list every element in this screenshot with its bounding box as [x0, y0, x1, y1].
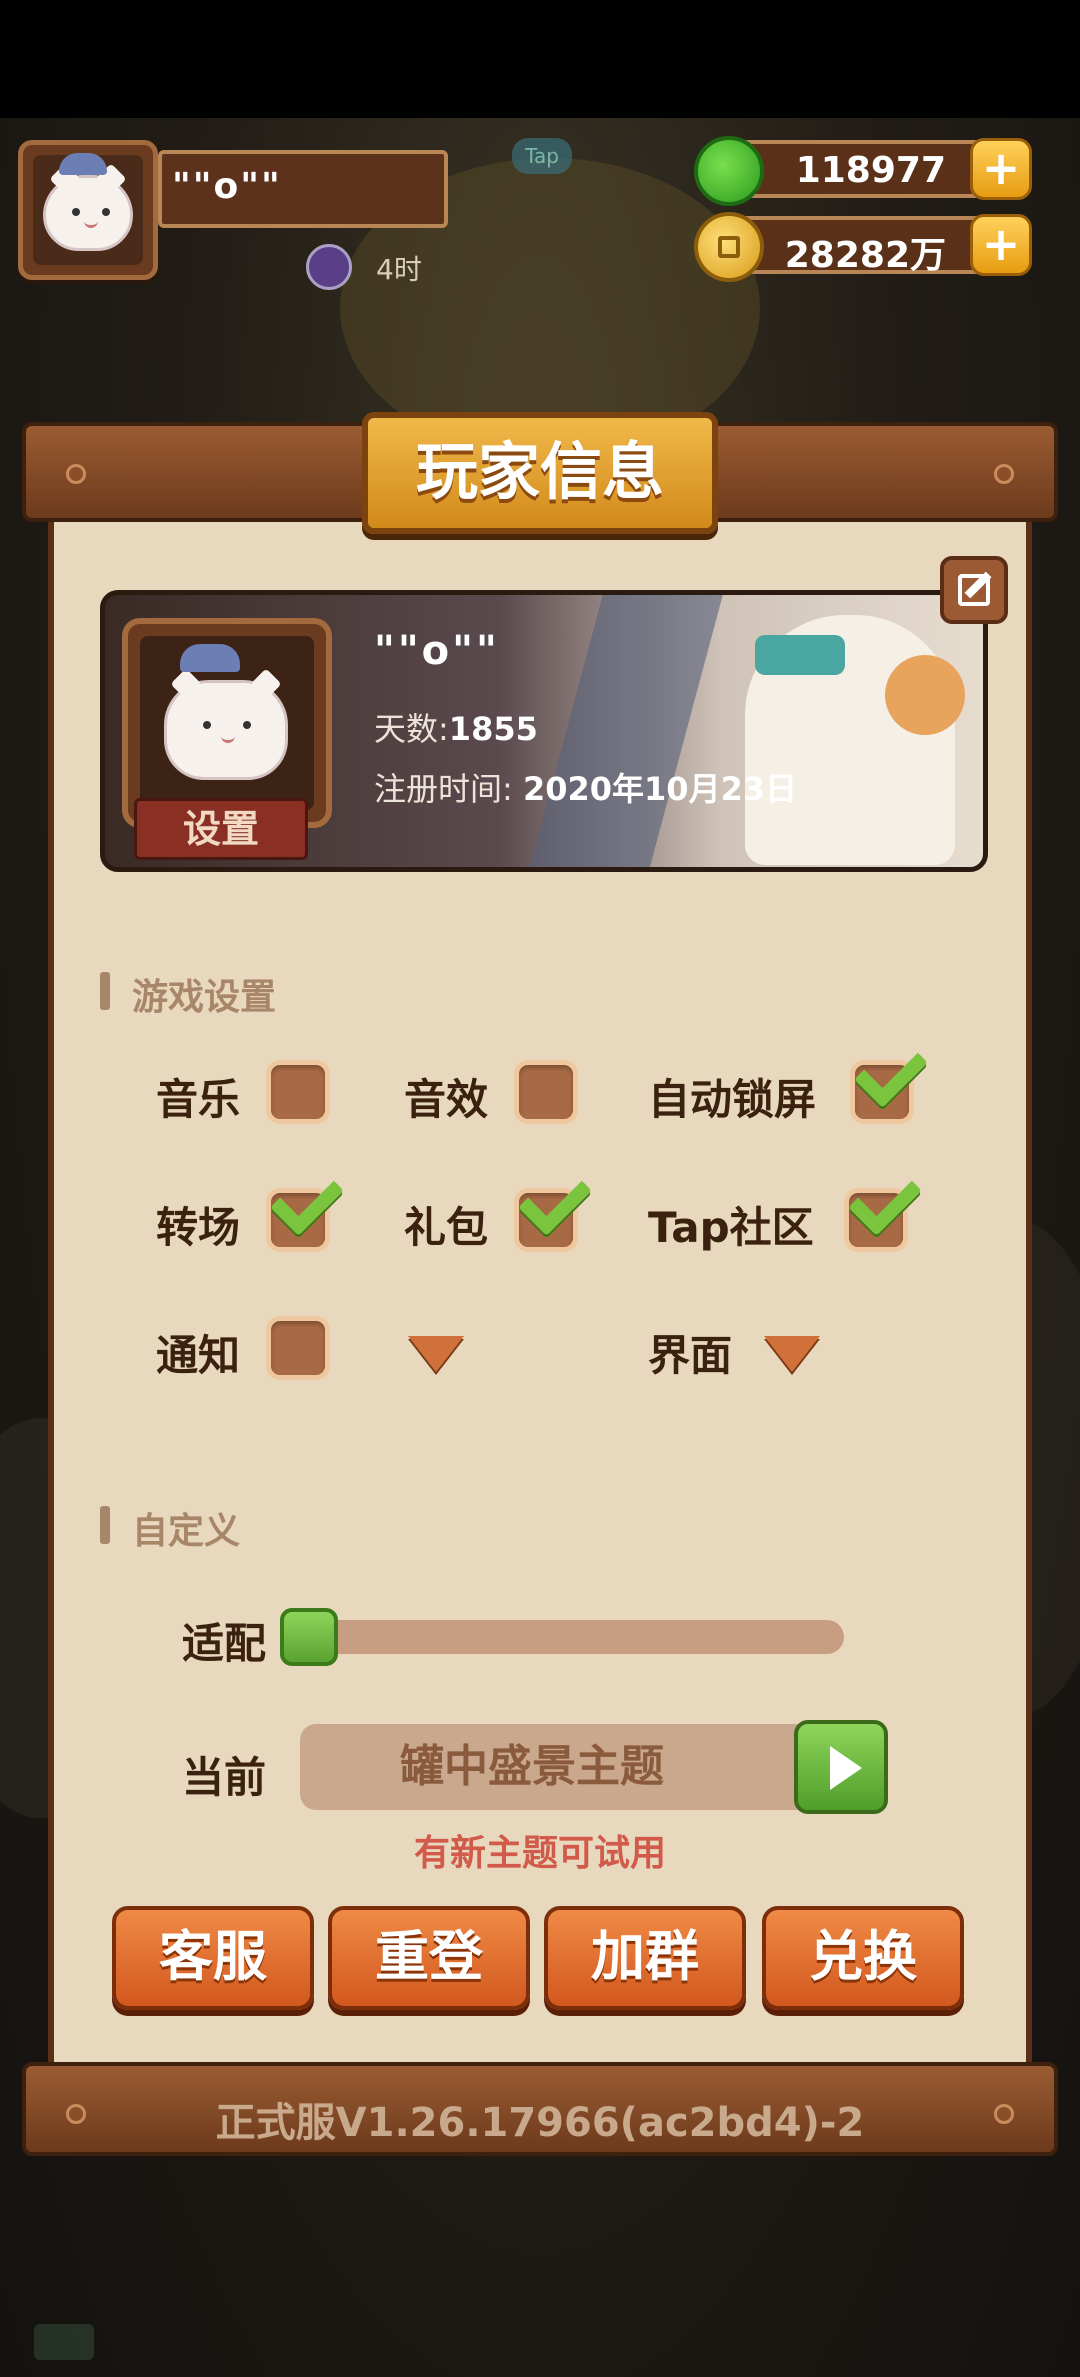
nail-icon — [66, 464, 86, 484]
adapt-slider-track[interactable] — [298, 1620, 844, 1654]
option-autolock-label: 自动锁屏 — [648, 1075, 817, 1124]
jade-icon — [694, 136, 764, 206]
customer-service-button[interactable]: 客服 — [112, 1906, 314, 2010]
profile-name: ""o"" — [374, 628, 500, 674]
option-tap-community-label: Tap社区 — [648, 1203, 814, 1252]
play-time: 4时 — [376, 253, 422, 286]
hat-icon — [180, 644, 240, 672]
card-artwork — [885, 655, 965, 735]
edit-profile-button[interactable] — [940, 556, 1008, 624]
current-theme-field[interactable]: 罐中盛景主题 — [300, 1724, 820, 1810]
card-artwork — [755, 635, 845, 675]
hat-icon — [59, 153, 107, 175]
current-theme-label: 当前 — [182, 1753, 267, 1802]
relogin-button[interactable]: 重登 — [328, 1906, 530, 2010]
tap-bubble[interactable]: Tap — [512, 138, 572, 174]
register-row: 注册时间: 2020年10月23日 — [374, 764, 797, 810]
option-transition-label: 转场 — [156, 1203, 241, 1252]
option-giftpack-label: 礼包 — [404, 1203, 489, 1252]
jade-currency: 118977 + — [694, 136, 1032, 206]
level-avatar-icon[interactable] — [306, 244, 352, 290]
notify-checkbox[interactable] — [266, 1316, 330, 1380]
cat-avatar-icon — [43, 163, 133, 251]
play-theme-button[interactable] — [794, 1720, 888, 1814]
version-label: 正式服V1.26.17966(ac2bd4)-2 — [215, 2100, 865, 2146]
days-label: 天数: — [374, 710, 449, 748]
sfx-checkbox[interactable] — [514, 1060, 578, 1124]
option-notify-label: 通知 — [156, 1331, 241, 1380]
chevron-down-icon[interactable] — [408, 1336, 464, 1372]
player-avatar[interactable] — [18, 140, 158, 280]
ui-dropdown-chevron-icon[interactable] — [764, 1336, 820, 1372]
player-name-box: ""o"" — [158, 150, 448, 228]
adapt-slider-thumb[interactable] — [280, 1608, 338, 1666]
panel-title-plaque: 玩家信息 — [362, 412, 718, 534]
join-group-button[interactable]: 加群 — [544, 1906, 746, 2010]
avatar-settings-button[interactable]: 设置 — [134, 798, 308, 860]
adapt-label: 适配 — [182, 1619, 267, 1668]
corner-tab[interactable] — [34, 2324, 94, 2360]
edit-icon — [958, 574, 990, 606]
coin-value: 28282万 — [784, 235, 946, 276]
register-value: 2020年10月23日 — [522, 770, 798, 808]
panel-title: 玩家信息 — [415, 435, 664, 508]
music-checkbox[interactable] — [266, 1060, 330, 1124]
days-value: 1855 — [448, 710, 538, 748]
section-title: 游戏设置 — [132, 977, 277, 1018]
nail-icon — [994, 464, 1014, 484]
option-music-label: 音乐 — [156, 1075, 241, 1124]
register-label: 注册时间: — [374, 770, 513, 808]
profile-avatar[interactable] — [122, 618, 332, 828]
new-theme-hint: 有新主题可试用 — [413, 1833, 666, 1874]
option-ui-label: 界面 — [648, 1331, 733, 1380]
option-sfx-label: 音效 — [404, 1075, 489, 1124]
card-artwork — [527, 595, 723, 867]
tap-community-checkbox[interactable] — [844, 1162, 922, 1252]
cat-avatar-icon — [164, 668, 288, 780]
player-name: ""o"" — [172, 166, 282, 207]
section-title: 自定义 — [132, 1511, 241, 1552]
add-jade-button[interactable]: + — [970, 138, 1032, 200]
add-coin-button[interactable]: + — [970, 214, 1032, 276]
redeem-button[interactable]: 兑换 — [762, 1906, 964, 2010]
jade-value: 118977 — [795, 150, 946, 191]
panel-footer-bar: 正式服V1.26.17966(ac2bd4)-2 — [22, 2062, 1058, 2156]
days-row: 天数:1855 — [374, 704, 538, 750]
coin-icon — [694, 212, 764, 282]
giftpack-checkbox[interactable] — [514, 1162, 592, 1252]
autolock-checkbox[interactable] — [850, 1034, 928, 1124]
transition-checkbox[interactable] — [266, 1162, 344, 1252]
coin-currency: 28282万 + — [694, 212, 1032, 282]
